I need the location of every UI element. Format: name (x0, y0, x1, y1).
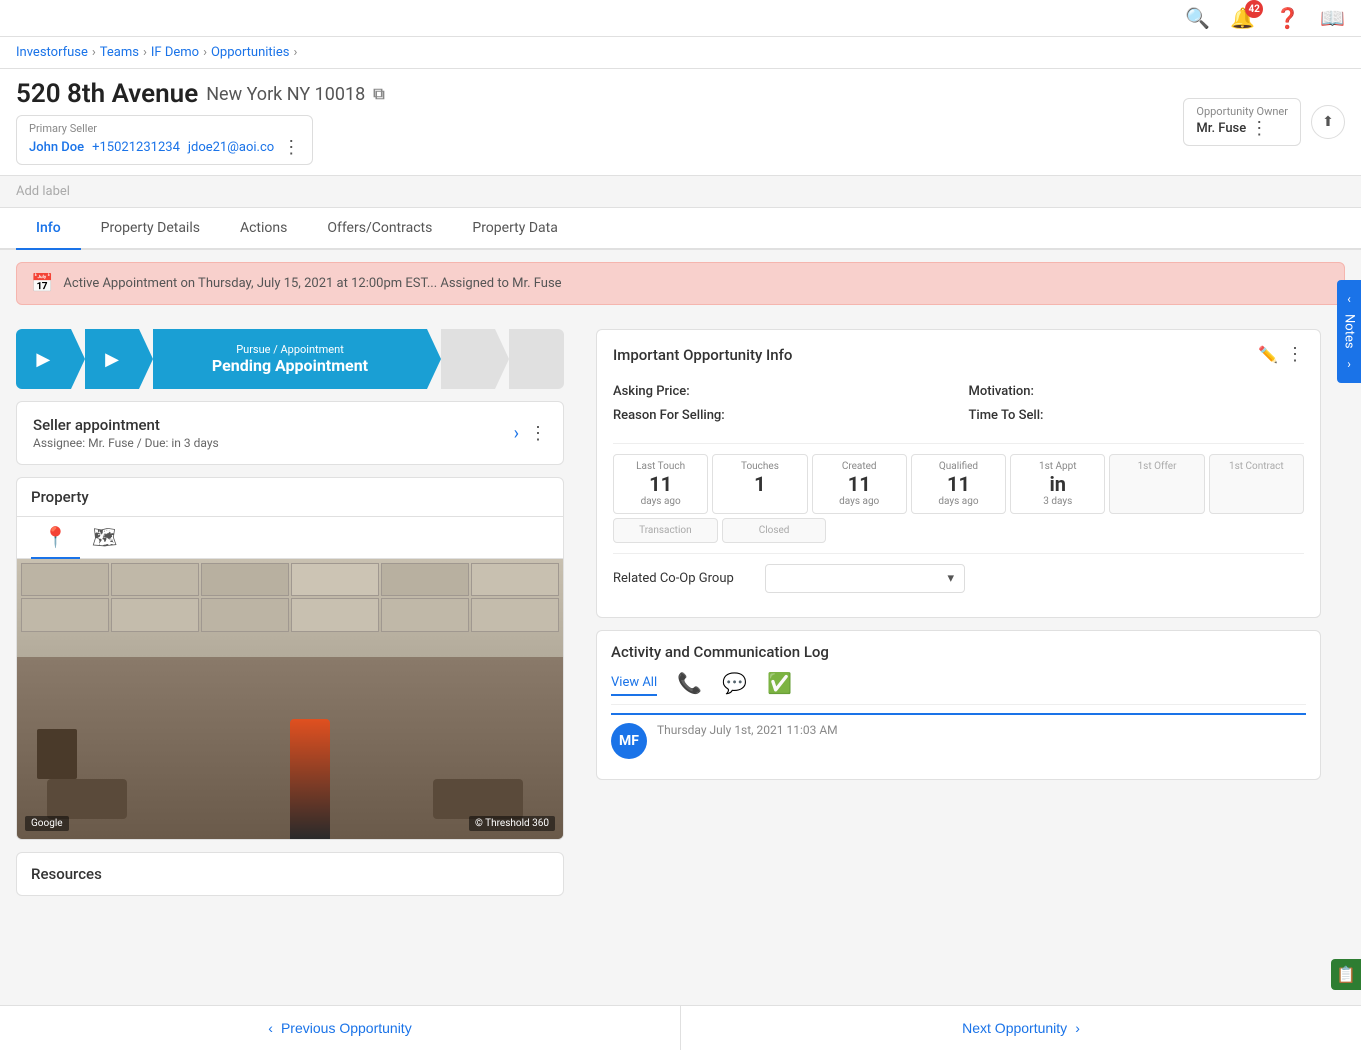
stat-1st-contract: 1st Contract (1209, 454, 1304, 514)
book-icon[interactable]: 📖 (1320, 6, 1345, 30)
prev-opportunity-button[interactable]: ‹ Previous Opportunity (0, 1006, 681, 1050)
seller-phone[interactable]: +15021231234 (92, 140, 180, 155)
breadcrumb-opportunities[interactable]: Opportunities (211, 45, 289, 60)
property-title: 520 8th Avenue New York NY 10018 ⧉ (16, 79, 385, 109)
property-label: Property (31, 488, 89, 506)
tab-actions[interactable]: Actions (220, 208, 307, 250)
property-tab-map[interactable]: 🗺 (80, 517, 129, 559)
prev-chevron-icon: ‹ (268, 1020, 273, 1036)
notes-chevron-down: › (1347, 357, 1351, 371)
stat-created: Created 11 days ago (812, 454, 907, 514)
coop-row: Related Co-Op Group ▾ (613, 553, 1304, 603)
stat-qualified: Qualified 11 days ago (911, 454, 1006, 514)
alert-banner: 📅 Active Appointment on Thursday, July 1… (16, 262, 1345, 305)
pipeline-step-main[interactable]: Pursue / Appointment Pending Appointment (153, 329, 426, 389)
owner-menu-dots[interactable]: ⋮ (1250, 118, 1268, 139)
important-info-card: Important Opportunity Info ✏️ ⋮ Asking P… (596, 329, 1321, 618)
share-button[interactable]: ⬆ (1311, 105, 1345, 139)
activity-log-title: Activity and Communication Log (611, 643, 829, 661)
property-section: Property 📍 🗺 (16, 477, 564, 840)
breadcrumb-investorfuse[interactable]: Investorfuse (16, 45, 88, 60)
pipeline-bar: ▶ ▶ Pursue / Appointment Pending Appoint… (16, 329, 564, 389)
coop-select[interactable]: ▾ (765, 564, 965, 593)
calendar-icon: 📅 (31, 273, 53, 294)
property-tab-pin[interactable]: 📍 (31, 517, 80, 559)
address-subtitle: New York NY 10018 (206, 84, 365, 105)
notes-bottom-icon[interactable]: 📋 (1331, 959, 1361, 990)
asking-price-item: Asking Price: (613, 383, 949, 399)
stat-last-touch: Last Touch 11 days ago (613, 454, 708, 514)
reason-item: Reason For Selling: (613, 407, 949, 423)
seller-menu-dots[interactable]: ⋮ (282, 137, 300, 158)
resources-label: Resources (31, 865, 549, 883)
google-watermark: Google (25, 816, 69, 831)
bottom-nav: ‹ Previous Opportunity Next Opportunity … (0, 1005, 1361, 1050)
resources-section: Resources (16, 852, 564, 896)
activity-timestamp: Thursday July 1st, 2021 11:03 AM (657, 723, 838, 737)
breadcrumb-if-demo[interactable]: IF Demo (151, 45, 199, 60)
appointment-chevron-right[interactable]: › (514, 423, 519, 444)
time-to-sell-item: Time To Sell: (969, 407, 1305, 423)
alert-text: Active Appointment on Thursday, July 15,… (63, 276, 561, 291)
notes-chevron-up: ‹ (1347, 292, 1351, 306)
important-info-title: Important Opportunity Info (613, 346, 792, 364)
appointment-menu-dots[interactable]: ⋮ (529, 423, 547, 444)
activity-entry: MF Thursday July 1st, 2021 11:03 AM (611, 713, 1306, 767)
appointment-subtitle: Assignee: Mr. Fuse / Due: in 3 days (33, 436, 219, 450)
stat-closed: Closed (722, 518, 827, 543)
opportunity-owner-block: Opportunity Owner Mr. Fuse ⋮ (1183, 98, 1301, 146)
breadcrumb-teams[interactable]: Teams (100, 45, 139, 60)
opportunity-owner-name: Mr. Fuse (1196, 121, 1246, 136)
tab-property-data[interactable]: Property Data (452, 208, 577, 250)
breadcrumb: Investorfuse › Teams › IF Demo › Opportu… (0, 37, 1361, 69)
activity-tab-phone[interactable]: 📞 (677, 671, 702, 696)
copy-icon[interactable]: ⧉ (373, 84, 384, 104)
seller-appointment-card: Seller appointment Assignee: Mr. Fuse / … (16, 401, 564, 465)
seller-block: Primary Seller John Doe +15021231234 jdo… (16, 115, 313, 165)
notes-label: Notes (1342, 314, 1357, 349)
prev-opportunity-label: Previous Opportunity (281, 1020, 412, 1036)
seller-name[interactable]: John Doe (29, 140, 84, 155)
threshold-watermark: © Threshold 360 (469, 816, 555, 831)
next-opportunity-label: Next Opportunity (962, 1020, 1067, 1036)
pipeline-main-label: Pending Appointment (212, 356, 368, 375)
pipeline-step-1[interactable]: ▶ (16, 329, 71, 389)
tab-offers-contracts[interactable]: Offers/Contracts (307, 208, 452, 250)
notification-icon[interactable]: 🔔 42 (1230, 6, 1255, 30)
activity-avatar: MF (611, 723, 647, 759)
notification-badge: 42 (1245, 0, 1263, 18)
pipeline-step-4[interactable] (441, 329, 496, 389)
pipeline-step-2[interactable]: ▶ (85, 329, 140, 389)
stats-row-2: Transaction Closed (613, 518, 1304, 543)
stats-container: Last Touch 11 days ago Touches 1 Created… (613, 454, 1304, 514)
pipeline-step-5[interactable] (509, 329, 564, 389)
property-image: Google © Threshold 360 (17, 559, 563, 839)
stat-1st-appt: 1st Appt in 3 days (1010, 454, 1105, 514)
main-tabs: Info Property Details Actions Offers/Con… (0, 208, 1361, 250)
stat-transaction: Transaction (613, 518, 718, 543)
next-chevron-icon: › (1075, 1020, 1080, 1036)
search-icon[interactable]: 🔍 (1185, 6, 1210, 30)
tab-info[interactable]: Info (16, 208, 81, 250)
motivation-item: Motivation: (969, 383, 1305, 399)
coop-dropdown-icon: ▾ (947, 571, 954, 586)
add-label[interactable]: Add label (0, 176, 1361, 208)
seller-email[interactable]: jdoe21@aoi.co (188, 140, 274, 155)
stat-touches: Touches 1 (712, 454, 807, 514)
stat-1st-offer: 1st Offer (1109, 454, 1204, 514)
next-opportunity-button[interactable]: Next Opportunity › (681, 1006, 1361, 1050)
info-menu-dots[interactable]: ⋮ (1286, 344, 1304, 365)
tab-property-details[interactable]: Property Details (81, 208, 220, 250)
appointment-title: Seller appointment (33, 416, 219, 434)
help-icon[interactable]: ❓ (1275, 6, 1300, 30)
edit-icon[interactable]: ✏️ (1258, 345, 1278, 364)
activity-tab-check[interactable]: ✅ (767, 671, 792, 696)
activity-section: Activity and Communication Log View All … (596, 630, 1321, 780)
pipeline-title: Pursue / Appointment (236, 343, 344, 356)
notes-sidebar[interactable]: ‹ Notes › (1337, 280, 1361, 383)
activity-tab-message[interactable]: 💬 (722, 671, 747, 696)
activity-tab-view-all[interactable]: View All (611, 671, 657, 696)
